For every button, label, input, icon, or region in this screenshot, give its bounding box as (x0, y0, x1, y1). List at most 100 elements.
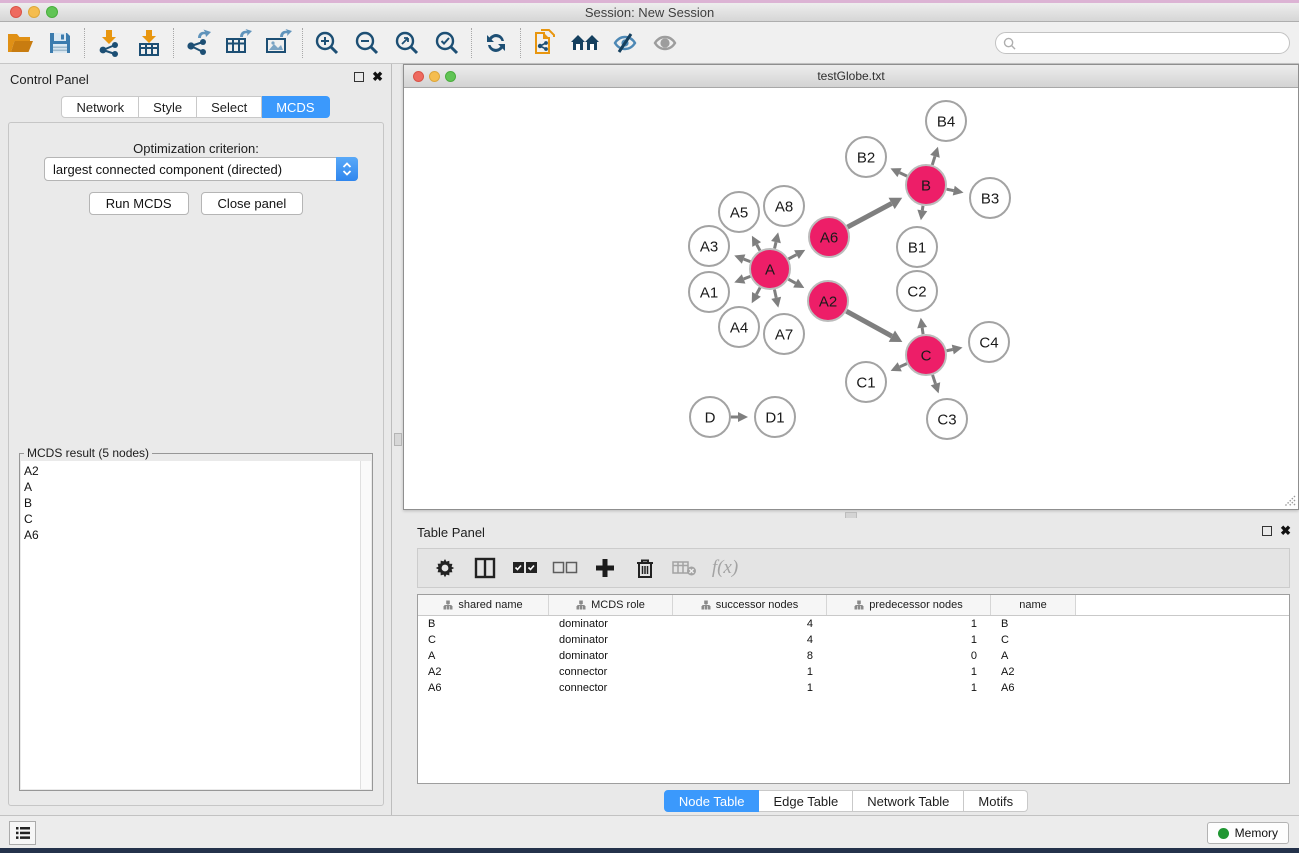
column-header-name[interactable]: name (991, 595, 1076, 615)
graph-edge-A-A5[interactable] (752, 236, 761, 251)
vertical-splitter-handle[interactable] (394, 433, 402, 446)
graph-node-C1[interactable]: C1 (846, 362, 886, 402)
graph-edge-B-B1[interactable] (917, 206, 927, 220)
show-graphics-details-icon[interactable] (645, 25, 685, 61)
table-row[interactable]: Bdominator41B (418, 616, 1289, 632)
graph-node-D[interactable]: D (690, 397, 730, 437)
table-cell[interactable]: C (991, 632, 1076, 648)
graph-node-B2[interactable]: B2 (846, 137, 886, 177)
table-cell[interactable]: B (991, 616, 1076, 632)
graph-node-B4[interactable]: B4 (926, 101, 966, 141)
table-cell[interactable]: A6 (991, 680, 1076, 696)
tab-style[interactable]: Style (139, 96, 197, 118)
show-column-panel-icon[interactable] (468, 552, 502, 584)
tab-network[interactable]: Network (61, 96, 139, 118)
table-cell[interactable]: A (991, 648, 1076, 664)
graph-node-A5[interactable]: A5 (719, 192, 759, 232)
export-image-icon[interactable] (258, 25, 298, 61)
table-cell[interactable]: 8 (673, 648, 827, 664)
export-network-icon[interactable] (178, 25, 218, 61)
zoom-out-icon[interactable] (347, 25, 387, 61)
graph-edge-B-B2[interactable] (890, 168, 907, 177)
hide-graphics-details-icon[interactable] (605, 25, 645, 61)
table-cell[interactable]: B (418, 616, 549, 632)
table-cell[interactable]: 0 (827, 648, 991, 664)
mcds-result-item[interactable]: C (24, 511, 360, 527)
column-header-successor-nodes[interactable]: successor nodes (673, 595, 827, 615)
graph-edge-C-C1[interactable] (891, 362, 907, 371)
table-cell[interactable]: 1 (827, 680, 991, 696)
mcds-result-item[interactable]: B (24, 495, 360, 511)
table-cell[interactable]: A (418, 648, 549, 664)
table-row[interactable]: A2connector11A2 (418, 664, 1289, 680)
graph-edge-A-A2[interactable] (788, 279, 804, 288)
graph-edge-C-C4[interactable] (947, 345, 963, 355)
import-network-icon[interactable] (89, 25, 129, 61)
graph-node-D1[interactable]: D1 (755, 397, 795, 437)
window-resize-grip[interactable] (1282, 493, 1296, 507)
close-panel-button[interactable]: Close panel (201, 192, 304, 215)
table-cell[interactable]: 1 (827, 616, 991, 632)
create-new-column-icon[interactable] (588, 552, 622, 584)
new-network-from-file-icon[interactable] (525, 25, 565, 61)
import-table-icon[interactable] (129, 25, 169, 61)
graph-node-A1[interactable]: A1 (689, 272, 729, 312)
column-header-shared-name[interactable]: shared name (418, 595, 549, 615)
graph-edge-B-B3[interactable] (947, 186, 964, 196)
table-cell[interactable]: dominator (549, 648, 673, 664)
cybrowser-home-icon[interactable] (565, 25, 605, 61)
select-all-columns-icon[interactable] (508, 552, 542, 584)
run-mcds-button[interactable]: Run MCDS (89, 192, 189, 215)
graph-node-B[interactable]: B (906, 165, 946, 205)
float-table-panel-icon[interactable] (1262, 526, 1272, 536)
graph-edge-A6-B[interactable] (848, 198, 903, 227)
zoom-in-icon[interactable] (307, 25, 347, 61)
table-cell[interactable]: A6 (418, 680, 549, 696)
graph-node-C2[interactable]: C2 (897, 271, 937, 311)
export-table-icon[interactable] (218, 25, 258, 61)
tab-node-table[interactable]: Node Table (664, 790, 760, 812)
table-cell[interactable]: connector (549, 664, 673, 680)
graph-node-C[interactable]: C (906, 335, 946, 375)
table-row[interactable]: A6connector11A6 (418, 680, 1289, 696)
zoom-fit-icon[interactable] (387, 25, 427, 61)
tab-network-table[interactable]: Network Table (853, 790, 964, 812)
close-panel-icon[interactable]: ✖ (372, 72, 383, 82)
zoom-selected-icon[interactable] (427, 25, 467, 61)
mcds-result-item[interactable]: A (24, 479, 360, 495)
search-field[interactable] (995, 32, 1290, 54)
graph-node-B1[interactable]: B1 (897, 227, 937, 267)
table-cell[interactable]: C (418, 632, 549, 648)
search-input[interactable] (1020, 36, 1289, 50)
table-cell[interactable]: 1 (673, 680, 827, 696)
table-cell[interactable]: 1 (827, 632, 991, 648)
graph-edge-D-D1[interactable] (731, 412, 748, 422)
criterion-dropdown[interactable]: largest connected component (directed) (44, 157, 358, 181)
graph-node-C3[interactable]: C3 (927, 399, 967, 439)
tab-edge-table[interactable]: Edge Table (759, 790, 853, 812)
mcds-result-item[interactable]: A6 (24, 527, 360, 543)
table-row[interactable]: Cdominator41C (418, 632, 1289, 648)
table-cell[interactable]: A2 (991, 664, 1076, 680)
graph-node-A[interactable]: A (750, 249, 790, 289)
float-panel-icon[interactable] (354, 72, 364, 82)
graph-edge-A-A3[interactable] (734, 254, 750, 263)
graph-node-A2[interactable]: A2 (808, 281, 848, 321)
tab-select[interactable]: Select (197, 96, 262, 118)
column-header-predecessor-nodes[interactable]: predecessor nodes (827, 595, 991, 615)
tab-mcds[interactable]: MCDS (262, 96, 329, 118)
table-row[interactable]: Adominator80A (418, 648, 1289, 664)
table-cell[interactable]: A2 (418, 664, 549, 680)
unselect-all-columns-icon[interactable] (548, 552, 582, 584)
graph-node-B3[interactable]: B3 (970, 178, 1010, 218)
graph-edge-B-B4[interactable] (930, 147, 940, 165)
mcds-result-item[interactable]: A2 (24, 463, 360, 479)
tab-motifs[interactable]: Motifs (964, 790, 1028, 812)
graph-node-A7[interactable]: A7 (764, 314, 804, 354)
network-canvas[interactable]: B4B2BB3A8A5A6A3B1AA1C2A2A4A7C4CC1DD1C3 (404, 88, 1298, 509)
open-session-icon[interactable] (0, 25, 40, 61)
network-list-button[interactable] (9, 821, 36, 845)
graph-edge-C-C3[interactable] (931, 375, 941, 393)
delete-columns-icon[interactable] (628, 552, 662, 584)
table-cell[interactable]: connector (549, 680, 673, 696)
